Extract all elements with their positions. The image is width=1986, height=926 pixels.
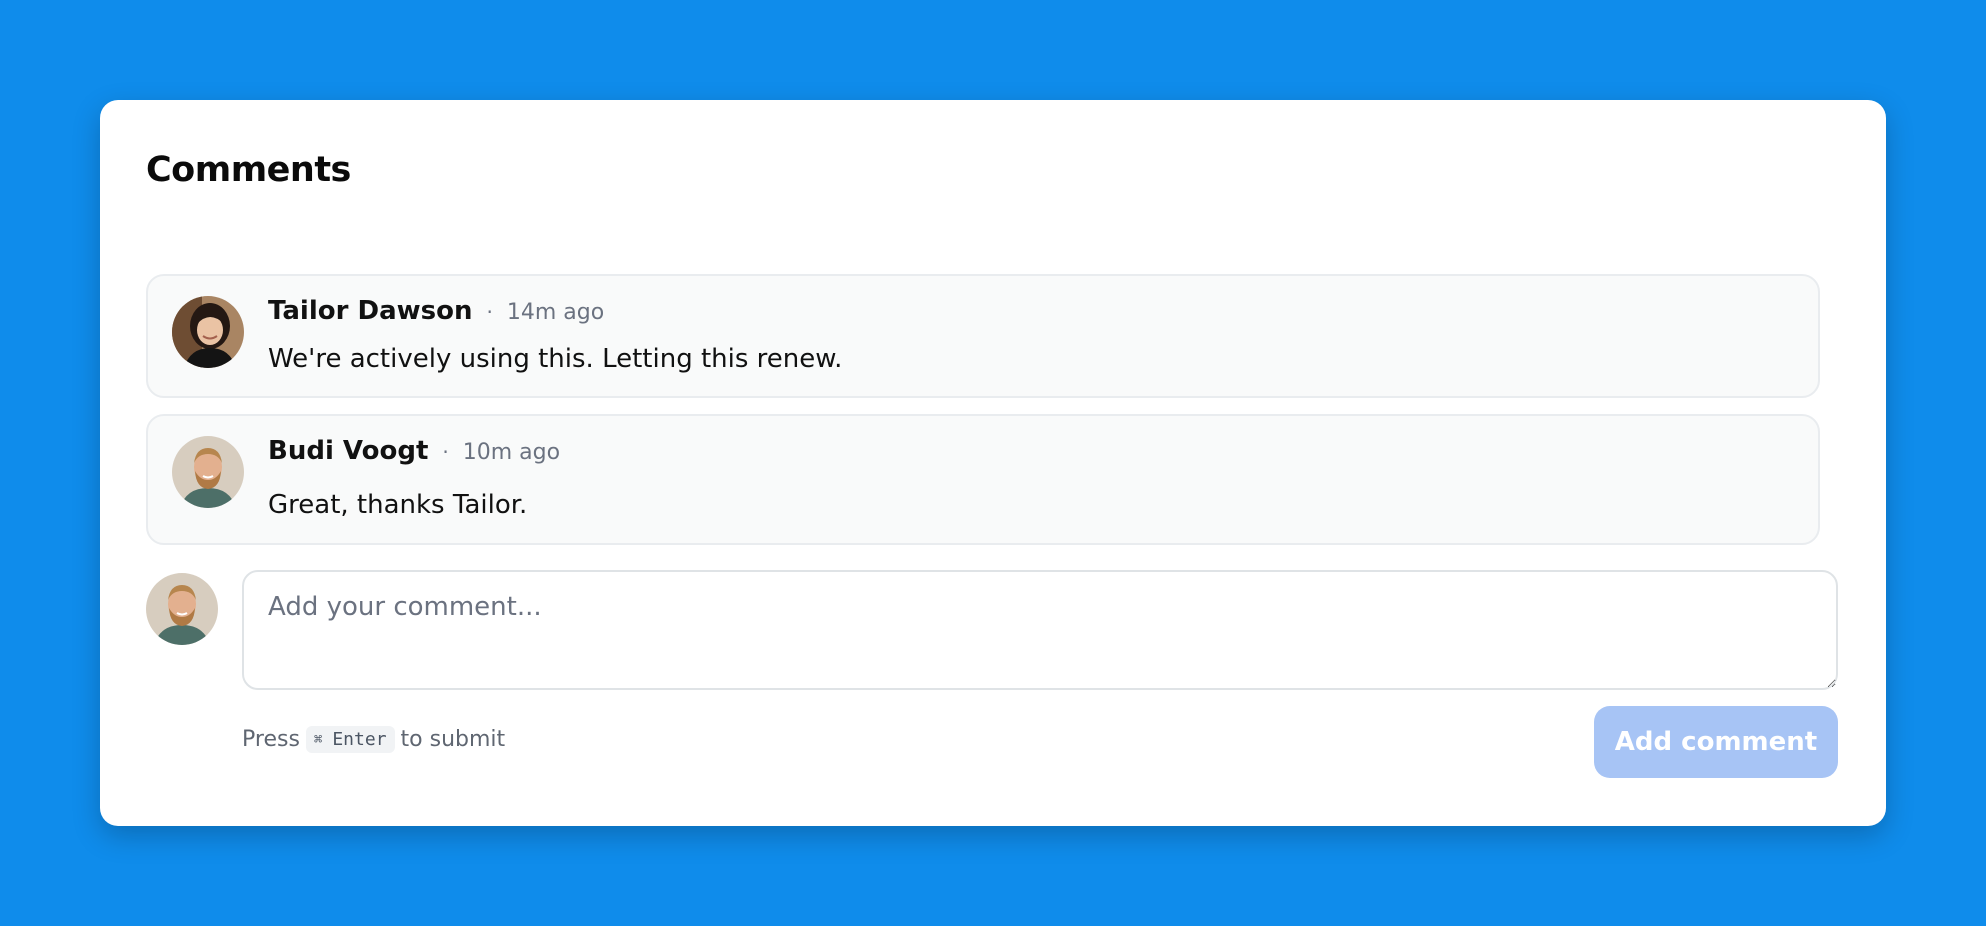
comment-input[interactable] <box>242 570 1838 690</box>
comment-header: Budi Voogt · 10m ago <box>268 436 560 466</box>
avatar-woman-icon <box>172 296 244 368</box>
hint-prefix: Press <box>242 727 300 752</box>
comment-header: Tailor Dawson · 14m ago <box>268 296 604 326</box>
comment-text: Great, thanks Tailor. <box>268 490 528 520</box>
submit-hint: Press ⌘ Enter to submit <box>242 726 505 753</box>
command-key-icon: ⌘ <box>313 731 323 748</box>
separator-dot: · <box>442 440 449 464</box>
avatar-man-icon <box>172 436 244 508</box>
keyboard-shortcut: ⌘ Enter <box>305 726 395 753</box>
comments-card: Comments Tailor Dawson · 14m ago We're a… <box>100 100 1886 826</box>
comment-timestamp: 14m ago <box>506 300 605 325</box>
enter-key-label: Enter <box>332 729 387 750</box>
comment-text: We're actively using this. Letting this … <box>268 344 843 374</box>
comment-author: Budi Voogt <box>268 436 429 466</box>
avatar <box>172 296 244 368</box>
comment-item: Tailor Dawson · 14m ago We're actively u… <box>146 274 1820 398</box>
hint-suffix: to submit <box>400 727 506 752</box>
comment-author: Tailor Dawson <box>268 296 473 326</box>
add-comment-button[interactable]: Add comment <box>1594 706 1838 778</box>
avatar-man-icon <box>146 573 218 645</box>
page-title: Comments <box>146 150 351 190</box>
current-user-avatar <box>146 573 218 645</box>
avatar <box>172 436 244 508</box>
comment-timestamp: 10m ago <box>462 440 561 465</box>
comment-item: Budi Voogt · 10m ago Great, thanks Tailo… <box>146 414 1820 545</box>
separator-dot: · <box>486 300 493 324</box>
